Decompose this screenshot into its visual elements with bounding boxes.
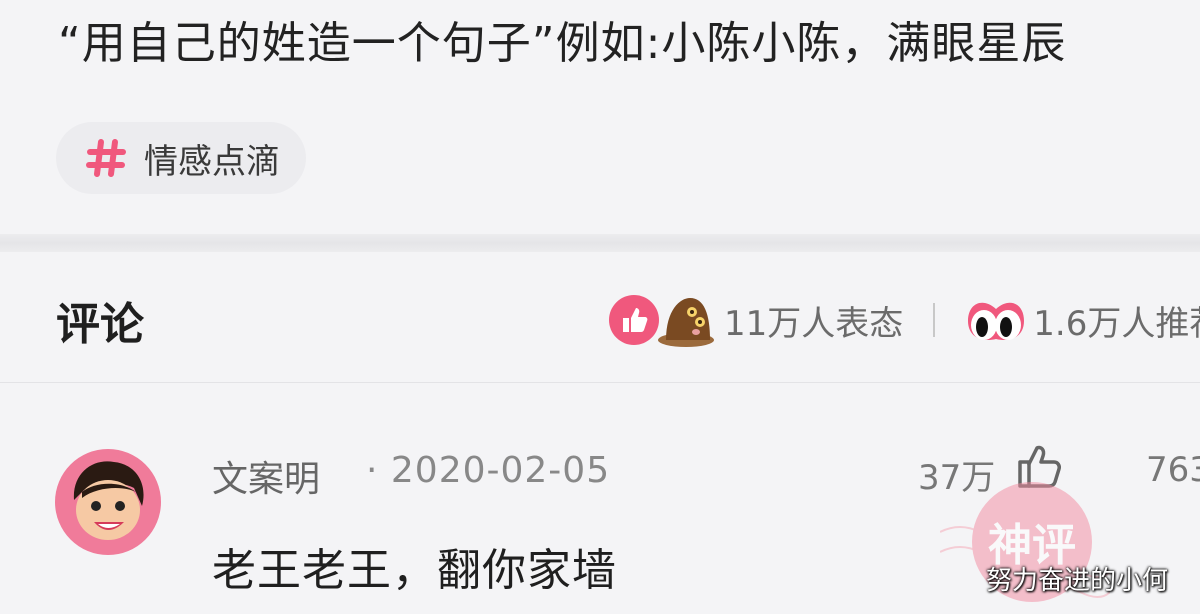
comment-replies-count[interactable]: 763 xyxy=(1146,450,1200,490)
comment-text: 老王老王，翻你家墙 xyxy=(212,545,617,596)
topic-tag[interactable]: 情感点滴 xyxy=(56,122,306,194)
shares-count: 1.6万人推荐 xyxy=(1033,303,1200,344)
topic-label: 情感点滴 xyxy=(144,141,280,182)
comments-title: 评论 xyxy=(56,299,144,350)
comment-date: · 2020-02-05 xyxy=(366,450,611,491)
comment-author[interactable]: 文案明 xyxy=(212,450,320,502)
reactions-separator xyxy=(933,303,936,337)
section-divider xyxy=(0,234,1200,252)
hash-icon xyxy=(86,139,126,177)
mole-icon xyxy=(658,298,714,347)
reactions-summary[interactable]: 11万人表态 1.6万人推荐 xyxy=(608,290,1200,350)
comments-divider xyxy=(0,382,1200,383)
watermark: 努力奋进的小何 xyxy=(986,566,1169,596)
eyes-icon xyxy=(968,302,1025,341)
avatar[interactable] xyxy=(54,448,162,556)
reactions-count: 11万人表态 xyxy=(724,303,904,344)
like-icon xyxy=(609,295,659,345)
post-title: “用自己的姓造一个句子”例如:小陈小陈，满眼星辰 xyxy=(58,18,1067,69)
